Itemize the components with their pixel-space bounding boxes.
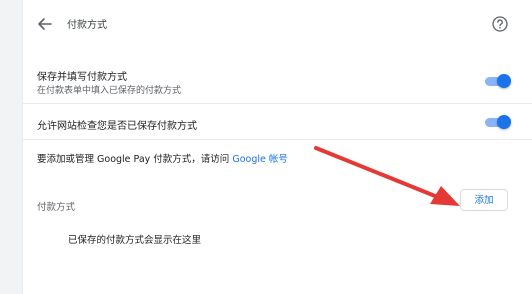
toggle-knob <box>497 74 511 88</box>
save-fill-subtitle: 在付款表单中填入已保存的付款方式 <box>37 86 182 96</box>
page-header: 付款方式 <box>23 0 532 48</box>
allow-check-title: 允许网站检查您是否已保存付款方式 <box>37 121 197 132</box>
payment-methods-label: 付款方式 <box>37 202 76 213</box>
add-payment-method-button[interactable]: 添加 <box>460 189 508 211</box>
help-circle-icon[interactable] <box>491 15 509 33</box>
toggle-knob <box>497 115 511 129</box>
arrow-left-icon[interactable] <box>35 14 55 34</box>
settings-card: 付款方式 保存并填写付款方式 在付款表单中填入已保存的付款方式 允许网站检查您是… <box>22 0 532 294</box>
divider <box>23 103 532 104</box>
allow-check-toggle[interactable] <box>485 115 511 129</box>
empty-payment-methods-text: 已保存的付款方式会显示在这里 <box>68 235 202 246</box>
manage-text: 要添加或管理 Google Pay 付款方式，请访问 <box>37 154 230 165</box>
google-account-link[interactable]: Google 帐号 <box>232 154 288 165</box>
divider <box>23 139 532 140</box>
save-fill-toggle[interactable] <box>485 74 511 88</box>
manage-google-pay-text: 要添加或管理 Google Pay 付款方式，请访问 Google 帐号 <box>37 151 288 165</box>
save-fill-title: 保存并填写付款方式 <box>37 72 127 83</box>
page-title: 付款方式 <box>67 20 107 31</box>
